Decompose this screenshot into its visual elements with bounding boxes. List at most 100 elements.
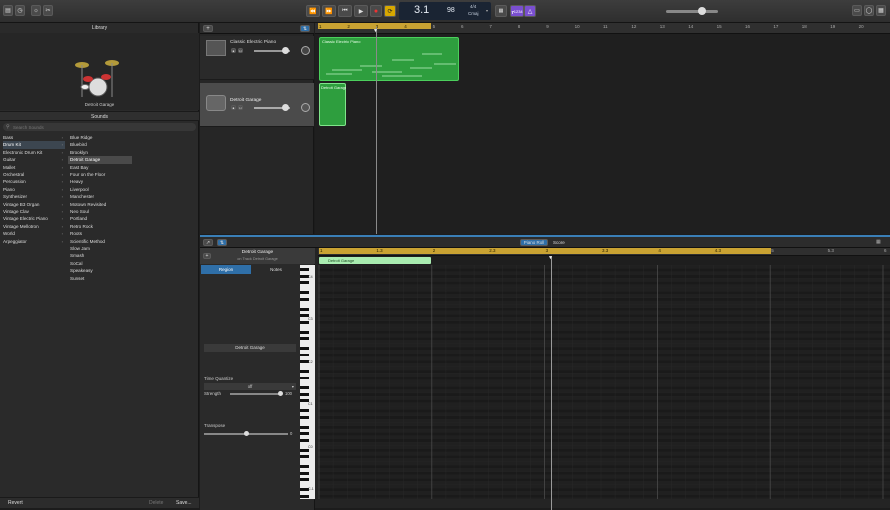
category-item[interactable]: Arpeggiator ›	[3, 238, 65, 245]
cycle-button[interactable]: ⟳	[384, 5, 396, 17]
track-detroit-garage[interactable]: Detroit Garage ■ ☊	[200, 83, 314, 127]
category-item[interactable]: Synthesizer ›	[3, 193, 65, 200]
category-item[interactable]: Vintage Clav ›	[3, 208, 65, 215]
mute-button[interactable]: ■	[231, 48, 236, 53]
preset-item[interactable]: Roots	[68, 230, 132, 237]
editor-region-bar[interactable]: Detroit Garage	[319, 257, 431, 264]
category-item[interactable]: Percussion ›	[3, 178, 65, 185]
playhead-handle-icon[interactable]: ▼	[373, 28, 378, 34]
black-key[interactable]	[300, 465, 309, 469]
record-button[interactable]: ●	[370, 5, 382, 17]
tab-piano-roll[interactable]: Piano Roll	[520, 239, 548, 246]
preset-item[interactable]: Neo Soul	[68, 208, 132, 215]
preset-item[interactable]: SoCal	[68, 260, 132, 267]
media-browser-button[interactable]: ▦	[876, 5, 886, 16]
revert-button[interactable]: Revert	[8, 500, 23, 506]
category-item[interactable]: Mallet ›	[3, 164, 65, 171]
editor-filter-button[interactable]: ⇅	[217, 239, 227, 246]
pan-knob[interactable]	[301, 103, 310, 112]
category-item[interactable]: Vintage Electric Piano ›	[3, 215, 65, 222]
preset-item[interactable]: Brooklyn	[68, 149, 132, 156]
preset-item[interactable]: Speakeasy	[68, 267, 132, 274]
black-key[interactable]	[300, 386, 309, 390]
preset-item[interactable]: Blue Ridge	[68, 134, 132, 141]
preset-item[interactable]: Sunset	[68, 275, 132, 282]
preset-item[interactable]: East Bay	[68, 164, 132, 171]
headphones-button[interactable]: ☊	[238, 48, 243, 53]
bar-ruler[interactable]: 1 2 3 4 5 6 7 8 9 10 11 12 13 14 15 16 17 18 19 20	[315, 23, 890, 34]
save-button[interactable]: Save...	[176, 500, 192, 506]
smart-help-button[interactable]: ◷	[15, 5, 25, 16]
black-key[interactable]	[300, 281, 309, 285]
category-item[interactable]: World ›	[3, 230, 65, 237]
piano-roll-grid[interactable]	[318, 264, 890, 499]
black-key[interactable]	[300, 376, 309, 380]
preset-item[interactable]: Detroit Garage	[68, 156, 132, 164]
headphones-button[interactable]: ☊	[238, 105, 243, 110]
smart-controls-button[interactable]: ☼	[31, 5, 41, 16]
black-key[interactable]	[300, 471, 309, 475]
black-key[interactable]	[300, 347, 309, 350]
zoom-icon[interactable]: ▦	[876, 239, 881, 245]
track-filter-button[interactable]: ⇅	[300, 25, 310, 32]
rewind-button[interactable]: ⏪	[306, 5, 320, 17]
count-in-button[interactable]: ┲1234	[510, 5, 524, 17]
strength-slider[interactable]	[230, 393, 280, 395]
category-item[interactable]: Vintage B3 Organ ›	[3, 201, 65, 208]
tab-notes[interactable]: Notes	[253, 265, 299, 274]
category-item[interactable]: Bass ›	[3, 134, 65, 141]
preset-item[interactable]: Smash	[68, 252, 132, 259]
volume-slider-knob[interactable]	[282, 47, 289, 54]
black-key[interactable]	[300, 448, 309, 452]
metronome-button[interactable]: △	[524, 5, 536, 17]
category-item[interactable]: Electronic Drum Kit ›	[3, 149, 65, 156]
region-classic-electric-piano[interactable]: Classic Electric Piano	[319, 37, 459, 81]
preset-item[interactable]: Slow Jam	[68, 245, 132, 252]
preset-item[interactable]: Heavy	[68, 178, 132, 185]
black-key[interactable]	[300, 353, 309, 357]
master-volume-slider[interactable]	[666, 10, 718, 13]
pan-knob[interactable]	[301, 46, 310, 55]
catch-button[interactable]: ↗	[203, 239, 213, 246]
add-track-button[interactable]: +	[203, 25, 213, 32]
black-key[interactable]	[300, 425, 309, 429]
go-to-beginning-button[interactable]: ⏮	[338, 5, 352, 17]
black-key[interactable]	[300, 330, 309, 334]
category-item[interactable]: Drum Kit ›	[3, 141, 65, 149]
category-item[interactable]: Orchestral ›	[3, 171, 65, 178]
preset-item[interactable]: Liverpool	[68, 186, 132, 193]
black-key[interactable]	[300, 307, 309, 311]
black-key[interactable]	[300, 392, 309, 396]
black-key[interactable]	[300, 268, 309, 272]
preset-item[interactable]: Scientific Method	[68, 238, 132, 245]
loop-browser-button[interactable]: ◯	[864, 5, 874, 16]
black-key[interactable]	[300, 455, 309, 459]
region-detroit-garage[interactable]: Detroit Garage	[319, 83, 346, 126]
black-key[interactable]	[300, 494, 309, 498]
black-key[interactable]	[300, 415, 309, 419]
editor-ruler[interactable]: 1 1.3 2 2.3 3 3.3 4 4.3 5 5.3 6	[318, 248, 890, 256]
mute-button[interactable]: ■	[231, 105, 236, 110]
black-key[interactable]	[300, 409, 309, 413]
category-item[interactable]: Piano ›	[3, 186, 65, 193]
notepad-button[interactable]: ▭	[852, 5, 862, 16]
preset-item[interactable]: Bluebird	[68, 141, 132, 148]
preset-item[interactable]: Portland	[68, 215, 132, 222]
category-item[interactable]: Guitar ›	[3, 156, 65, 163]
transpose-slider-knob[interactable]	[244, 431, 249, 436]
black-key[interactable]	[300, 337, 309, 341]
tracks-area[interactable]: 1 2 3 4 5 6 7 8 9 10 11 12 13 14 15 16 17 18 19 20 Classic …	[315, 23, 890, 234]
preset-item[interactable]: Manchester	[68, 193, 132, 200]
preset-item[interactable]: Four on the Floor	[68, 171, 132, 178]
track-classic-electric-piano[interactable]: Classic Electric Piano ■ ☊	[200, 36, 314, 80]
delete-button[interactable]: Delete	[149, 500, 163, 506]
lcd-chevron-icon[interactable]: ▾	[486, 8, 488, 13]
playhead[interactable]	[376, 27, 377, 234]
editor-playhead-handle-icon[interactable]: ▼	[548, 255, 553, 261]
preset-item[interactable]: Motown Revisited	[68, 201, 132, 208]
search-field[interactable]: ⚲ Search Sounds	[3, 123, 196, 131]
volume-slider-knob[interactable]	[282, 104, 289, 111]
tuner-button[interactable]: ▦	[495, 5, 507, 17]
category-item[interactable]: Vintage Mellotron ›	[3, 223, 65, 230]
editors-button[interactable]: ✂	[43, 5, 53, 16]
